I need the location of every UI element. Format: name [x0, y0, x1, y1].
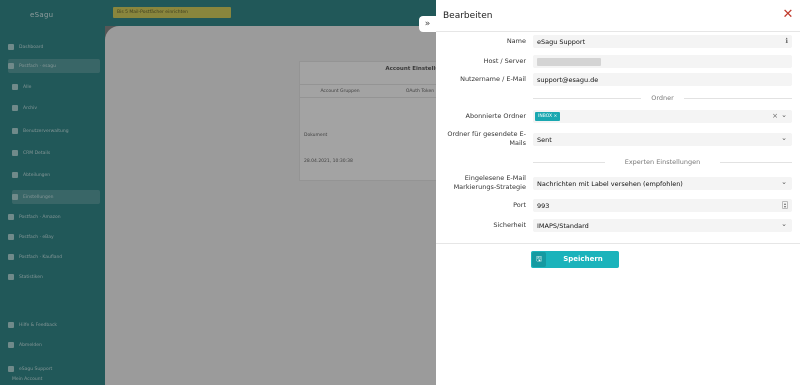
sidebar-item-users[interactable]: Benutzerverwaltung — [12, 124, 100, 138]
app-logo: eSagu — [30, 11, 54, 19]
security-label: Sicherheit — [493, 221, 526, 229]
sidebar-item-ebay[interactable]: Postfach · eBay — [8, 230, 100, 244]
divider — [436, 31, 800, 32]
strategy-label: Eingelesene E-Mail Markierungs-Strategie — [453, 174, 526, 191]
sent-folder-select[interactable]: Sent ⌄ — [533, 133, 792, 146]
sent-folder-label: Ordner für gesendete E-Mails — [447, 130, 526, 147]
sidebar-item-help[interactable]: Hilfe & Feedback — [8, 318, 100, 332]
folder-icon — [12, 172, 18, 178]
dashboard-icon — [8, 44, 14, 50]
divider — [436, 243, 800, 244]
name-input[interactable]: eSagu Support ℹ — [533, 35, 792, 48]
chevron-down-icon: ⌄ — [781, 178, 787, 186]
sidebar-user-account[interactable]: Mein Account — [12, 372, 100, 385]
clear-icon[interactable]: × — [772, 112, 778, 120]
users-icon — [12, 128, 18, 134]
mail-icon — [8, 254, 14, 260]
sidebar-item-settings[interactable]: Einstellungen — [12, 190, 100, 204]
info-icon: ℹ — [785, 37, 788, 45]
save-button-label: Speichern — [563, 255, 603, 263]
collapse-drawer-button[interactable]: » — [419, 16, 436, 32]
chevron-right-double-icon: » — [424, 19, 431, 29]
sidebar-item-all[interactable]: Alle — [12, 80, 100, 94]
cell-date: 28.04.2021, 10:30:38 — [304, 159, 353, 164]
archive-icon — [12, 105, 18, 111]
sidebar-item-crm[interactable]: CRM Details — [12, 146, 100, 160]
sidebar-item-departments[interactable]: Abteilungen — [12, 168, 100, 182]
host-input[interactable] — [533, 55, 792, 68]
sidebar-item-amazon[interactable]: Postfach · Amazon — [8, 210, 100, 224]
port-input[interactable]: 993 ▴ ▾ — [533, 199, 792, 212]
mail-icon — [8, 63, 14, 69]
top-info-badge[interactable]: Bis 5 Mail-Postfächer einrichten — [113, 7, 231, 18]
port-label: Port — [513, 201, 526, 209]
drawer-title: Bearbeiten — [443, 11, 493, 21]
section-expert: Experten Einstellungen — [533, 158, 792, 167]
number-stepper-icon[interactable]: ▴ ▾ — [782, 201, 788, 209]
security-select[interactable]: IMAPS/Standard ⌄ — [533, 219, 792, 232]
subscribed-folders-label: Abonnierte Ordner — [465, 112, 526, 120]
username-label: Nutzername / E-Mail — [460, 75, 526, 83]
redacted-value — [537, 58, 601, 66]
chevron-down-icon: ⌄ — [781, 134, 787, 142]
chevron-down-icon: ⌄ — [781, 220, 787, 228]
host-label: Host / Server — [483, 57, 526, 65]
sidebar-item-stats[interactable]: Statistiken — [8, 270, 100, 284]
chart-icon — [8, 274, 14, 280]
wrench-icon — [12, 194, 18, 200]
sidebar-item-logout[interactable]: Abmelden — [8, 338, 100, 352]
edit-drawer: Bearbeiten ✕ Name eSagu Support ℹ Host /… — [436, 0, 800, 385]
folder-tag-inbox[interactable]: INBOX × — [535, 112, 561, 121]
section-folder-title: Ordner — [651, 94, 674, 102]
strategy-select[interactable]: Nachrichten mit Label versehen (empfohle… — [533, 177, 792, 190]
sidebar-item-mailbox[interactable]: Postfach · esagu — [8, 59, 100, 73]
chevron-down-icon: ⌄ — [781, 111, 787, 119]
mail-icon — [8, 214, 14, 220]
close-button[interactable]: ✕ — [781, 7, 795, 23]
inbox-icon — [12, 84, 18, 90]
crm-icon — [12, 150, 18, 156]
tab-account-groups[interactable]: Account Gruppen — [300, 85, 380, 97]
sidebar: eSagu Dashboard Postfach · esagu Alle Ar… — [0, 0, 105, 385]
help-icon — [8, 322, 14, 328]
logout-icon — [8, 342, 14, 348]
username-input[interactable]: support@esagu.de — [533, 73, 792, 86]
section-expert-title: Experten Einstellungen — [624, 158, 701, 166]
mail-icon — [8, 234, 14, 240]
sidebar-item-archive[interactable]: Archiv — [12, 101, 100, 115]
floppy-disk-icon: 🖫 — [532, 252, 546, 267]
sidebar-item-kaufland[interactable]: Postfach · Kaufland — [8, 250, 100, 264]
subscribed-folders-select[interactable]: INBOX × × ⌄ — [533, 110, 792, 123]
sidebar-item-dashboard[interactable]: Dashboard — [8, 40, 100, 54]
close-icon: ✕ — [782, 7, 794, 22]
section-folder: Ordner — [533, 94, 792, 103]
column-header-document: Dokument — [304, 133, 328, 138]
save-button[interactable]: 🖫 Speichern — [531, 251, 619, 268]
name-label: Name — [506, 37, 526, 45]
